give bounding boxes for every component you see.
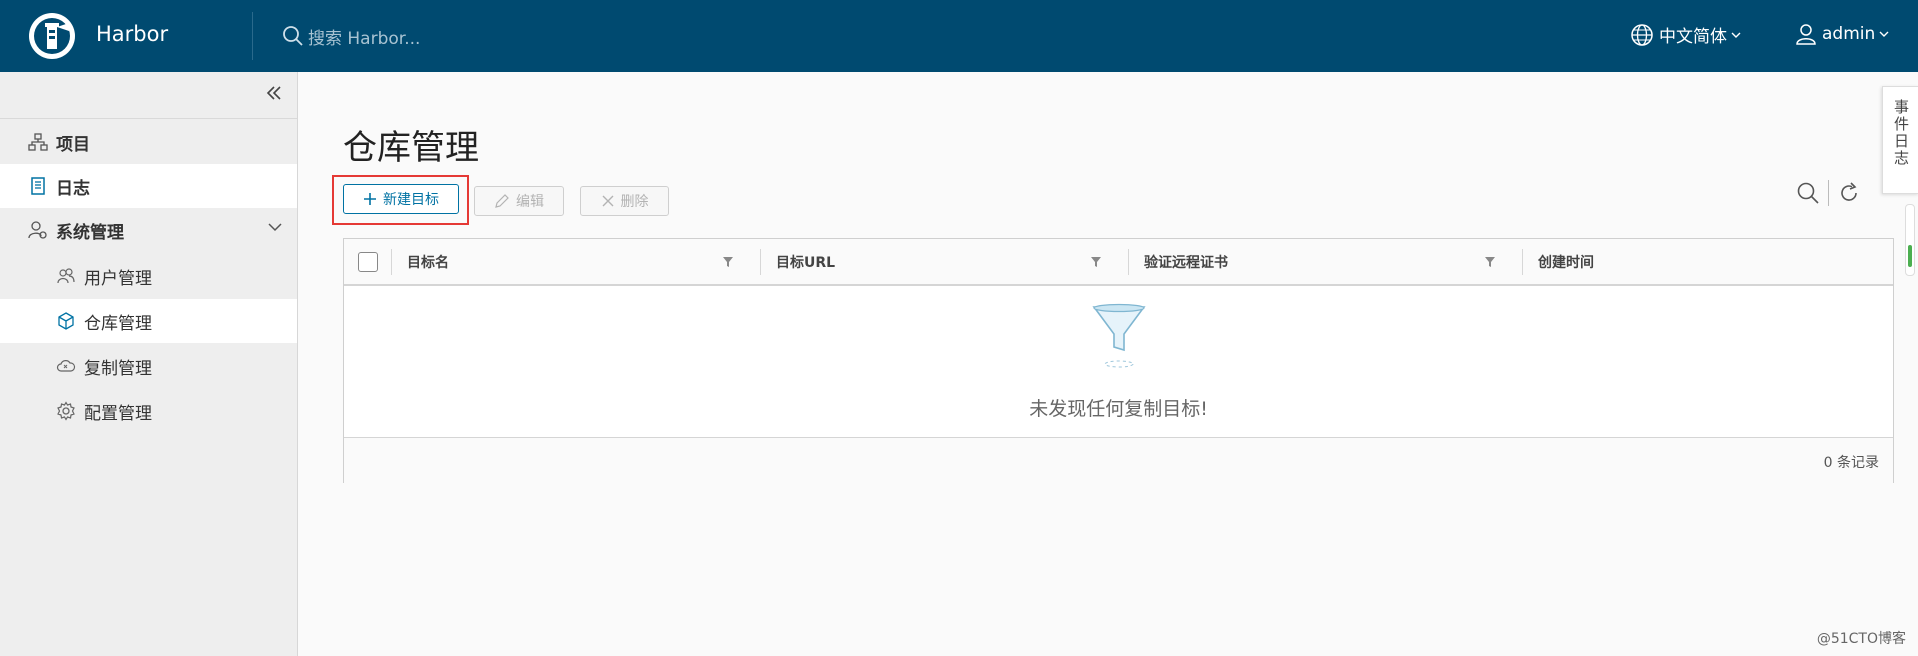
table-tools bbox=[1796, 180, 1861, 206]
sidebar-item-label: 仓库管理 bbox=[84, 313, 152, 334]
close-icon bbox=[602, 195, 613, 207]
sidebar-item-logs[interactable]: 日志 bbox=[0, 164, 297, 208]
pencil-icon bbox=[495, 194, 509, 208]
sidebar-item-label: 配置管理 bbox=[84, 403, 152, 424]
global-search[interactable]: 搜索 Harbor... bbox=[282, 22, 420, 50]
sidebar-item-replication-management[interactable]: 复制管理 bbox=[0, 344, 297, 388]
refresh-icon[interactable] bbox=[1837, 181, 1861, 205]
document-icon bbox=[28, 176, 48, 196]
brand-name[interactable]: Harbor bbox=[96, 22, 168, 46]
column-separator bbox=[1128, 249, 1129, 275]
org-chart-icon bbox=[28, 132, 48, 152]
column-separator bbox=[1522, 249, 1523, 275]
sidebar-item-label: 复制管理 bbox=[84, 358, 152, 379]
username: admin bbox=[1822, 24, 1876, 44]
user-menu[interactable]: admin bbox=[1794, 22, 1889, 46]
column-header-creation-time[interactable]: 创建时间 bbox=[1538, 239, 1594, 284]
new-target-label: 新建目标 bbox=[383, 192, 439, 208]
delete-button[interactable]: 删除 bbox=[580, 186, 669, 216]
sidebar-item-configuration[interactable]: 配置管理 bbox=[0, 389, 297, 433]
sidebar-item-label: 项目 bbox=[56, 134, 90, 155]
funnel-icon bbox=[1092, 303, 1146, 368]
users-icon bbox=[56, 266, 76, 286]
column-separator bbox=[391, 249, 392, 275]
search-icon bbox=[283, 26, 303, 46]
event-log-tab[interactable]: 事件日志 bbox=[1882, 86, 1918, 194]
sidebar-item-label: 用户管理 bbox=[84, 268, 152, 289]
empty-state-text: 未发现任何复制目标! bbox=[1029, 398, 1208, 420]
user-settings-icon bbox=[28, 220, 48, 240]
cloud-sync-icon bbox=[56, 356, 76, 376]
globe-icon bbox=[1631, 23, 1653, 46]
record-count: 0 条记录 bbox=[1823, 455, 1879, 471]
sidebar-divider bbox=[0, 118, 297, 119]
sidebar-item-label: 日志 bbox=[56, 178, 90, 199]
user-icon bbox=[1796, 24, 1816, 45]
filter-icon[interactable] bbox=[722, 256, 734, 268]
cube-icon bbox=[56, 311, 76, 331]
chevron-down-icon[interactable] bbox=[268, 222, 282, 232]
new-target-button[interactable]: 新建目标 bbox=[343, 184, 459, 214]
column-header-target-url[interactable]: 目标URL bbox=[776, 239, 835, 284]
column-separator bbox=[760, 249, 761, 275]
edit-button[interactable]: 编辑 bbox=[474, 186, 564, 216]
chevron-down-icon bbox=[1879, 31, 1889, 37]
sidebar-item-projects[interactable] bbox=[0, 72, 297, 116]
delete-label: 删除 bbox=[620, 194, 649, 210]
sidebar-item-projects[interactable]: 项目 bbox=[0, 120, 297, 164]
gear-icon bbox=[56, 401, 76, 421]
sidebar-item-label: 系统管理 bbox=[56, 222, 124, 243]
scrollbar-thumb[interactable] bbox=[1908, 245, 1912, 267]
column-header-verify-cert[interactable]: 验证远程证书 bbox=[1144, 239, 1228, 284]
watermark: @51CTO博客 bbox=[1816, 631, 1906, 647]
language-selector[interactable]: 中文简体 bbox=[1630, 22, 1741, 47]
sidebar-item-user-management[interactable]: 用户管理 bbox=[0, 254, 297, 298]
scrollbar[interactable] bbox=[1905, 204, 1915, 276]
filter-icon[interactable] bbox=[1090, 256, 1102, 268]
plus-icon bbox=[364, 193, 376, 205]
select-all-checkbox[interactable] bbox=[358, 252, 378, 272]
search-placeholder[interactable]: 搜索 Harbor... bbox=[308, 24, 420, 49]
top-header: Harbor 搜索 Harbor... 中文简体 admin bbox=[0, 0, 1918, 72]
page-title: 仓库管理 bbox=[343, 128, 479, 168]
edit-label: 编辑 bbox=[516, 194, 544, 210]
table-header: 目标名 目标URL 验证远程证书 创建时间 bbox=[344, 239, 1893, 286]
chevron-down-icon bbox=[1731, 32, 1741, 38]
empty-state: 未发现任何复制目标! bbox=[344, 286, 1893, 436]
filter-icon[interactable] bbox=[1484, 256, 1496, 268]
table-footer: 0 条记录 bbox=[344, 437, 1893, 483]
event-log-label: 事件日志 bbox=[1892, 99, 1910, 167]
tools-divider bbox=[1828, 180, 1829, 206]
language-label: 中文简体 bbox=[1659, 27, 1727, 47]
header-divider bbox=[252, 12, 253, 60]
search-icon[interactable] bbox=[1796, 181, 1820, 205]
harbor-logo-icon[interactable] bbox=[27, 11, 77, 61]
targets-table: 目标名 目标URL 验证远程证书 创建时间 未发现任何复制目标! 0 条记录 bbox=[343, 238, 1894, 483]
sidebar-item-system-admin[interactable]: 系统管理 bbox=[0, 208, 297, 252]
column-header-target-name[interactable]: 目标名 bbox=[407, 239, 449, 284]
sidebar-item-registry-management[interactable]: 仓库管理 bbox=[0, 299, 297, 343]
